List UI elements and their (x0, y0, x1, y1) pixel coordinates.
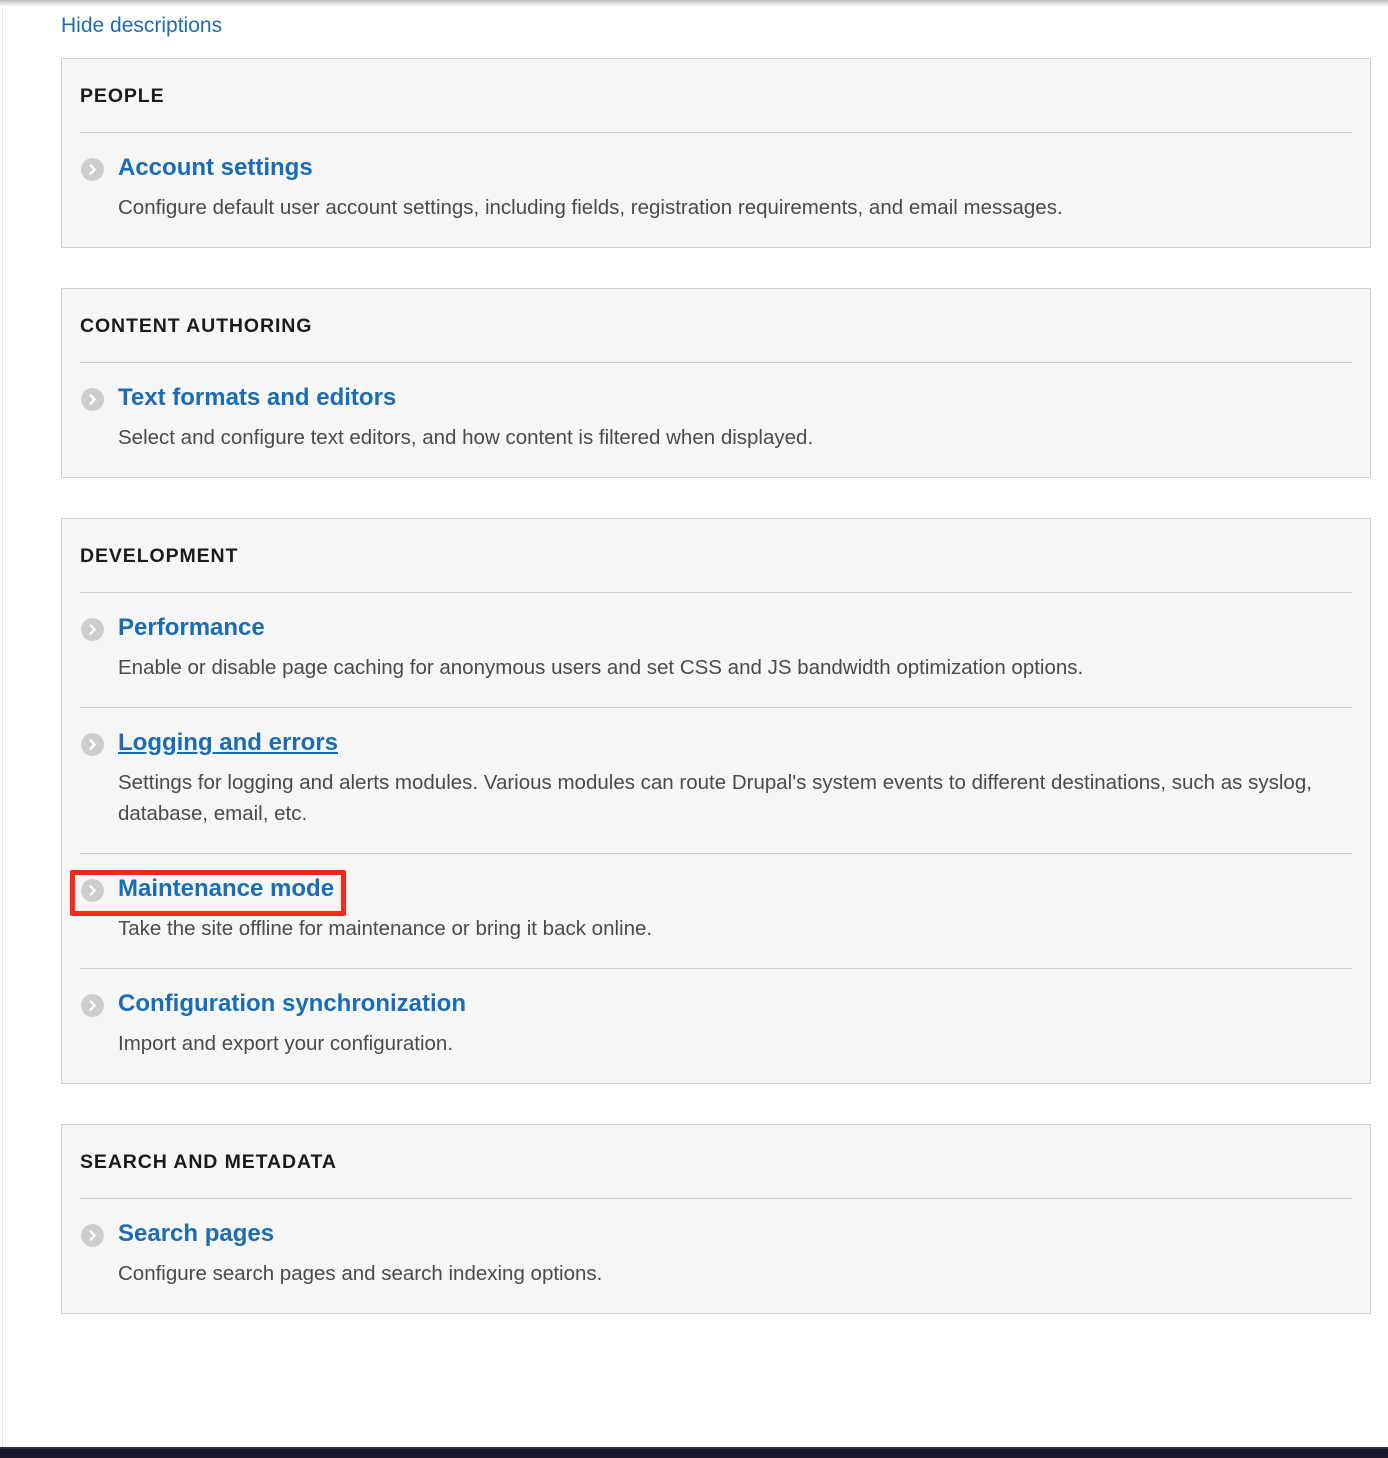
configuration-item-description: Enable or disable page caching for anony… (118, 652, 1318, 683)
chevron-right-circle-icon (80, 1223, 105, 1248)
configuration-section: DEVELOPMENT Performance Enable or disable … (61, 518, 1371, 1084)
chevron-right-circle-icon (80, 878, 105, 903)
chevron-right-circle-icon (80, 732, 105, 757)
viewport-left-rule (2, 7, 3, 1450)
configuration-item-link[interactable]: Search pages (118, 1220, 274, 1248)
configuration-item: Account settings Configure default user a… (80, 133, 1352, 247)
configuration-section: PEOPLE Account settings Configure default … (61, 58, 1371, 248)
section-title: SEARCH AND METADATA (80, 1125, 1352, 1199)
configuration-item-link[interactable]: Maintenance mode (118, 875, 334, 903)
configuration-item-description: Import and export your configuration. (118, 1028, 1318, 1059)
section-title: CONTENT AUTHORING (80, 289, 1352, 363)
configuration-item-link-row: Logging and errors (80, 729, 1352, 757)
configuration-item-link[interactable]: Logging and errors (118, 729, 338, 757)
configuration-item-link-row: Maintenance mode (80, 875, 1352, 903)
configuration-item: Logging and errors Settings for logging a… (80, 708, 1352, 854)
section-title: PEOPLE (80, 59, 1352, 133)
configuration-item-description: Take the site offline for maintenance or… (118, 913, 1318, 944)
configuration-item-link-row: Text formats and editors (80, 384, 1352, 412)
hide-descriptions-toggle[interactable]: Hide descriptions (61, 12, 222, 40)
section-items: Search pages Configure search pages and s… (80, 1199, 1352, 1313)
configuration-item: Configuration synchronization Import and … (80, 969, 1352, 1083)
chevron-right-circle-icon (80, 387, 105, 412)
configuration-item-link-row: Account settings (80, 154, 1352, 182)
chevron-right-circle-icon (80, 157, 105, 182)
configuration-item-link[interactable]: Account settings (118, 154, 313, 182)
configuration-item: Maintenance mode Take the site offline fo… (80, 854, 1352, 969)
window-bottom-chrome (0, 1449, 1388, 1458)
configuration-item-description: Settings for logging and alerts modules.… (118, 767, 1318, 829)
configuration-item-link[interactable]: Configuration synchronization (118, 990, 466, 1018)
chevron-right-circle-icon (80, 617, 105, 642)
top-scroll-shadow (0, 0, 1388, 7)
configuration-section: SEARCH AND METADATA Search pages Configure… (61, 1124, 1371, 1314)
configuration-item-description: Select and configure text editors, and h… (118, 422, 1318, 453)
chevron-right-circle-icon (80, 993, 105, 1018)
configuration-item: Search pages Configure search pages and s… (80, 1199, 1352, 1313)
configuration-section-list: PEOPLE Account settings Configure default … (61, 58, 1371, 1314)
section-items: Account settings Configure default user a… (80, 133, 1352, 247)
configuration-item-link-row: Search pages (80, 1220, 1352, 1248)
configuration-item-link-row: Configuration synchronization (80, 990, 1352, 1018)
configuration-item-description: Configure default user account settings,… (118, 192, 1318, 223)
configuration-item-link-row: Performance (80, 614, 1352, 642)
configuration-item: Text formats and editors Select and confi… (80, 363, 1352, 477)
configuration-item-link[interactable]: Performance (118, 614, 265, 642)
section-items: Performance Enable or disable page cachin… (80, 593, 1352, 1083)
configuration-item: Performance Enable or disable page cachin… (80, 593, 1352, 708)
section-items: Text formats and editors Select and confi… (80, 363, 1352, 477)
configuration-section: CONTENT AUTHORINGText formats and editor… (61, 288, 1371, 478)
configuration-item-description: Configure search pages and search indexi… (118, 1258, 1318, 1289)
configuration-item-link[interactable]: Text formats and editors (118, 384, 396, 412)
section-title: DEVELOPMENT (80, 519, 1352, 593)
